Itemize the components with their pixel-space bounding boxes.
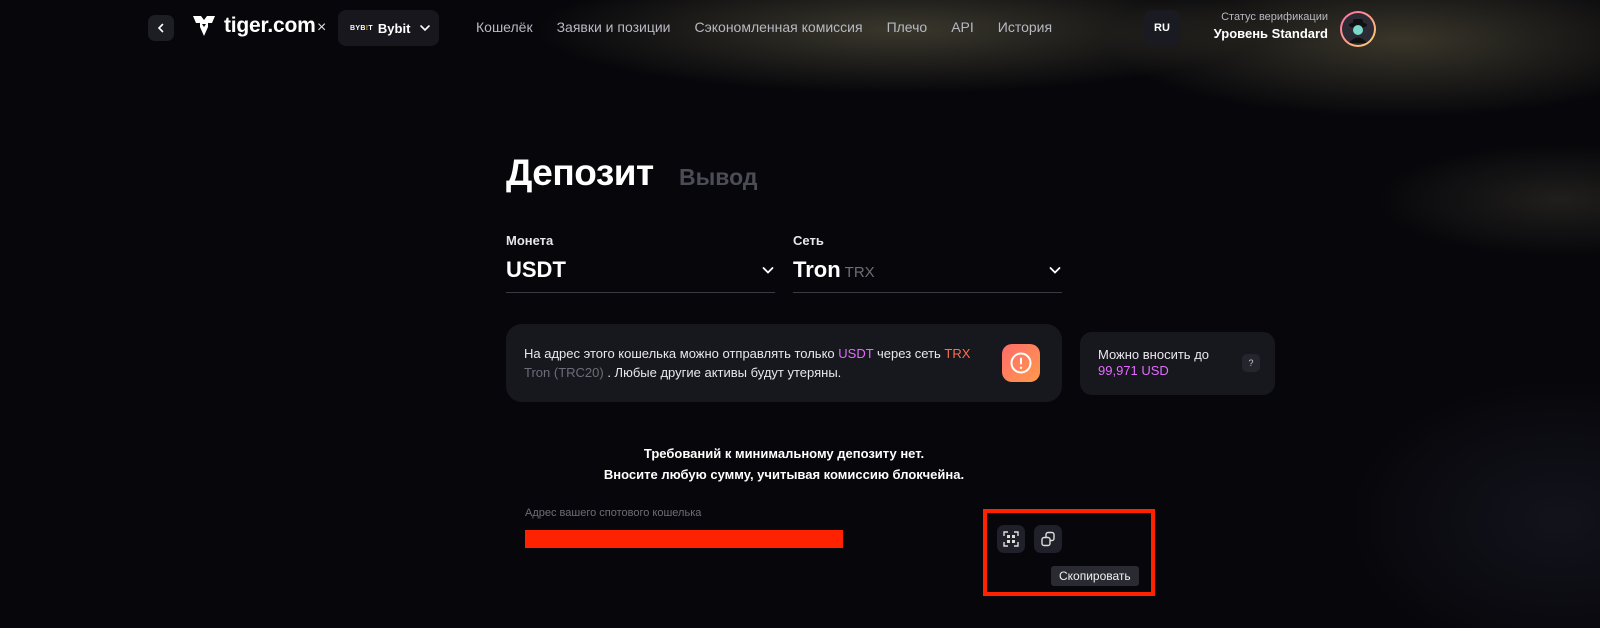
user-avatar-icon (1349, 19, 1367, 43)
network-selector-group: Сеть Tron TRX (793, 233, 1062, 293)
network-dropdown[interactable]: Tron TRX (793, 248, 1062, 293)
coin-label: Монета (506, 233, 554, 248)
address-label: Адрес вашего спотового кошелька (525, 507, 702, 519)
chevron-down-icon (420, 25, 431, 32)
min-deposit-info: Требований к минимальному депозиту нет. … (506, 443, 1062, 485)
tab-deposit[interactable]: Депозит (506, 152, 654, 194)
min-deposit-line2: Вносите любую сумму, учитывая комиссию б… (603, 467, 965, 482)
partner-separator: × (317, 19, 327, 36)
network-value: Tron TRX (793, 257, 875, 282)
min-deposit-line1: Требований к минимальному депозиту нет. (643, 446, 925, 461)
bybit-logo: BYB!T (350, 24, 373, 32)
nav-orders[interactable]: Заявки и позиции (557, 19, 671, 35)
tiger-logo-icon (193, 16, 215, 36)
chevron-down-icon (762, 267, 774, 274)
warning-text: На адрес этого кошелька можно отправлять… (524, 346, 971, 380)
avatar[interactable] (1340, 11, 1376, 47)
main-nav: Кошелёк Заявки и позиции Сэкономленная к… (476, 19, 1076, 35)
coin-dropdown[interactable]: USDT (506, 248, 775, 293)
copy-button[interactable] (1034, 525, 1062, 553)
warning-icon (1002, 344, 1040, 382)
network-ticker: TRX (844, 264, 875, 281)
nav-wallet[interactable]: Кошелёк (476, 19, 533, 35)
deposit-limit: Можно вносить до 99,971 USD ? (1080, 332, 1275, 395)
coin-selector-group: Монета USDT (506, 233, 775, 293)
limit-label: Можно вносить до (1098, 347, 1210, 362)
logo-text: tiger.com (224, 14, 316, 37)
network-label: Сеть (793, 233, 824, 248)
chevron-left-icon (157, 23, 164, 33)
avatar-image (1342, 13, 1374, 45)
copy-tooltip: Скопировать (1051, 566, 1139, 586)
help-icon[interactable]: ? (1242, 354, 1260, 372)
qr-code-button[interactable] (997, 525, 1025, 553)
nav-history[interactable]: История (998, 19, 1052, 35)
copy-icon (1041, 531, 1055, 547)
network-warning: На адрес этого кошелька можно отправлять… (506, 324, 1062, 402)
back-button[interactable] (148, 15, 174, 41)
exchange-name: Bybit (377, 20, 411, 36)
qr-code-icon (1003, 531, 1019, 547)
address-redacted (525, 530, 843, 548)
limit-value: 99,971 USD (1098, 363, 1169, 378)
verification-label: Статус верификации (1221, 11, 1328, 23)
nav-leverage[interactable]: Плечо (887, 19, 928, 35)
verification-status[interactable]: Статус верификации Уровень Standard (1200, 11, 1328, 41)
nav-saved-fees[interactable]: Сэкономленная комиссия (695, 19, 863, 35)
coin-value: USDT (506, 257, 566, 282)
tab-withdraw[interactable]: Вывод (679, 164, 757, 191)
verification-level: Уровень Standard (1213, 26, 1328, 41)
exclamation-icon (1010, 352, 1032, 374)
language-button[interactable]: RU (1144, 10, 1180, 46)
tiger-logo[interactable]: tiger.com (192, 14, 316, 38)
nav-api[interactable]: API (951, 19, 974, 35)
exchange-selector[interactable]: BYB!T Bybit (338, 10, 439, 46)
chevron-down-icon (1049, 267, 1061, 274)
